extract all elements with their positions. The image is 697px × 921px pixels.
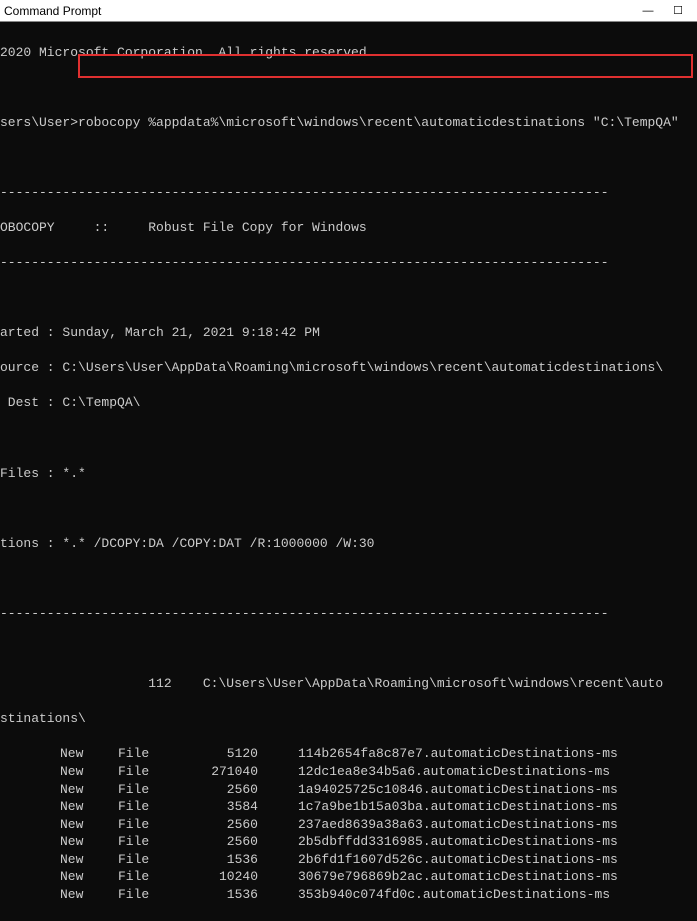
- blank-line: [0, 500, 697, 518]
- file-row: NewFile15362b6fd1f1607d526c.automaticDes…: [0, 851, 697, 869]
- file-size: 1536: [168, 851, 298, 869]
- file-file-label: File: [118, 781, 168, 799]
- file-new-label: New: [60, 886, 118, 904]
- file-name: 30679e796869b2ac.automaticDestinations-m…: [298, 868, 697, 886]
- options-line: tions : *.* /DCOPY:DA /COPY:DAT /R:10000…: [0, 535, 697, 553]
- file-row: NewFile27104012dc1ea8e34b5a6.automaticDe…: [0, 763, 697, 781]
- file-row: NewFile25602b5dbffdd3316985.automaticDes…: [0, 833, 697, 851]
- file-row: NewFile1024030679e796869b2ac.automaticDe…: [0, 868, 697, 886]
- titlebar: Command Prompt — ☐: [0, 0, 697, 22]
- terminal-output[interactable]: 2020 Microsoft Corporation. All rights r…: [0, 22, 697, 921]
- file-name: 2b6fd1f1607d526c.automaticDestinations-m…: [298, 851, 697, 869]
- file-name: 353b940c074fd0c.automaticDestinations-ms: [298, 886, 697, 904]
- file-size: 5120: [168, 745, 298, 763]
- file-file-label: File: [118, 763, 168, 781]
- prompt-prefix: sers\User>: [0, 115, 78, 130]
- blank-line: [0, 640, 697, 658]
- blank-line: [0, 149, 697, 167]
- blank-line: [0, 79, 697, 97]
- file-new-label: New: [60, 798, 118, 816]
- files-line: Files : *.*: [0, 465, 697, 483]
- file-file-label: File: [118, 868, 168, 886]
- file-size: 2560: [168, 781, 298, 799]
- file-row: NewFile5120114b2654fa8c87e7.automaticDes…: [0, 745, 697, 763]
- file-new-label: New: [60, 781, 118, 799]
- copyright-line: 2020 Microsoft Corporation. All rights r…: [0, 44, 697, 62]
- source-line: ource : C:\Users\User\AppData\Roaming\mi…: [0, 359, 697, 377]
- file-name: 114b2654fa8c87e7.automaticDestinations-m…: [298, 745, 697, 763]
- file-size: 10240: [168, 868, 298, 886]
- divider-line: ----------------------------------------…: [0, 254, 697, 272]
- file-file-label: File: [118, 745, 168, 763]
- file-row: NewFile2560237aed8639a38a63.automaticDes…: [0, 816, 697, 834]
- file-new-label: New: [60, 851, 118, 869]
- file-size: 2560: [168, 816, 298, 834]
- file-size: 1536: [168, 886, 298, 904]
- file-size: 3584: [168, 798, 298, 816]
- file-name: 1c7a9be1b15a03ba.automaticDestinations-m…: [298, 798, 697, 816]
- file-new-label: New: [60, 763, 118, 781]
- file-list: NewFile5120114b2654fa8c87e7.automaticDes…: [0, 745, 697, 903]
- window-title: Command Prompt: [4, 4, 633, 18]
- file-file-label: File: [118, 886, 168, 904]
- file-new-label: New: [60, 868, 118, 886]
- file-size: 271040: [168, 763, 298, 781]
- maximize-button[interactable]: ☐: [663, 4, 693, 17]
- blank-line: [0, 289, 697, 307]
- divider-line: ----------------------------------------…: [0, 605, 697, 623]
- robocopy-header: OBOCOPY :: Robust File Copy for Windows: [0, 219, 697, 237]
- file-file-label: File: [118, 833, 168, 851]
- file-name: 1a94025725c10846.automaticDestinations-m…: [298, 781, 697, 799]
- minimize-button[interactable]: —: [633, 5, 663, 17]
- file-size: 2560: [168, 833, 298, 851]
- file-name: 12dc1ea8e34b5a6.automaticDestinations-ms: [298, 763, 697, 781]
- divider-line: ----------------------------------------…: [0, 184, 697, 202]
- prompt-line: sers\User>robocopy %appdata%\microsoft\w…: [0, 114, 697, 132]
- blank-line: [0, 430, 697, 448]
- file-row: NewFile1536353b940c074fd0c.automaticDest…: [0, 886, 697, 904]
- file-file-label: File: [118, 798, 168, 816]
- command-text: robocopy %appdata%\microsoft\windows\rec…: [78, 115, 679, 130]
- file-row: NewFile25601a94025725c10846.automaticDes…: [0, 781, 697, 799]
- file-new-label: New: [60, 833, 118, 851]
- file-name: 237aed8639a38a63.automaticDestinations-m…: [298, 816, 697, 834]
- file-file-label: File: [118, 816, 168, 834]
- blank-line: [0, 570, 697, 588]
- file-row: NewFile35841c7a9be1b15a03ba.automaticDes…: [0, 798, 697, 816]
- file-name: 2b5dbffdd3316985.automaticDestinations-m…: [298, 833, 697, 851]
- file-new-label: New: [60, 816, 118, 834]
- dir-summary-line: 112 C:\Users\User\AppData\Roaming\micros…: [0, 675, 697, 693]
- dest-line: Dest : C:\TempQA\: [0, 394, 697, 412]
- started-line: arted : Sunday, March 21, 2021 9:18:42 P…: [0, 324, 697, 342]
- dir-continuation: stinations\: [0, 710, 697, 728]
- file-file-label: File: [118, 851, 168, 869]
- file-new-label: New: [60, 745, 118, 763]
